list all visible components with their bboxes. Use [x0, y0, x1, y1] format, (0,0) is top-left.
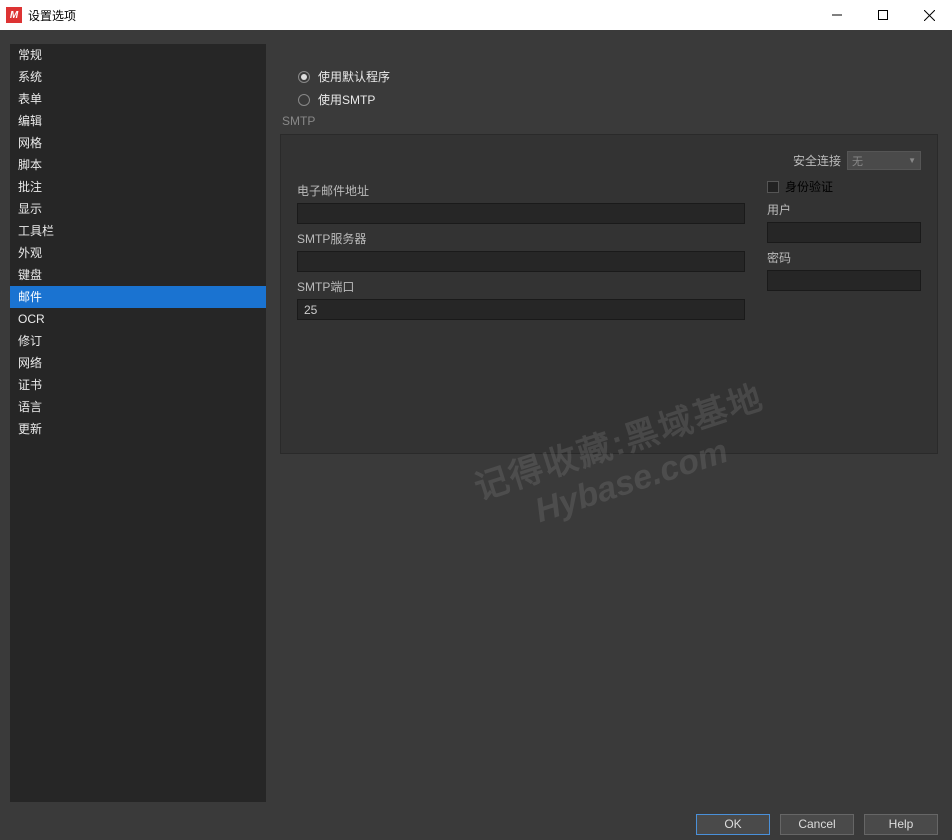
sidebar-item-9[interactable]: 外观	[10, 242, 266, 264]
sidebar-item-8[interactable]: 工具栏	[10, 220, 266, 242]
sidebar-item-12[interactable]: OCR	[10, 308, 266, 330]
sidebar-item-5[interactable]: 脚本	[10, 154, 266, 176]
sidebar-item-6[interactable]: 批注	[10, 176, 266, 198]
sidebar-item-4[interactable]: 网格	[10, 132, 266, 154]
smtp-port-label: SMTP端口	[297, 278, 745, 295]
radio-icon	[298, 71, 310, 83]
email-label: 电子邮件地址	[297, 182, 745, 199]
sidebar-item-11[interactable]: 邮件	[10, 286, 266, 308]
sidebar-item-16[interactable]: 语言	[10, 396, 266, 418]
radio-use-default[interactable]: 使用默认程序	[298, 68, 938, 85]
smtp-section-label: SMTP	[282, 114, 938, 128]
cancel-button[interactable]: Cancel	[780, 814, 854, 835]
window-controls	[814, 0, 952, 30]
chevron-down-icon: ▼	[908, 156, 916, 165]
sidebar-item-17[interactable]: 更新	[10, 418, 266, 440]
radio-label: 使用默认程序	[318, 68, 390, 85]
user-input[interactable]	[767, 222, 921, 243]
sidebar: 常规系统表单编辑网格脚本批注显示工具栏外观键盘邮件OCR修订网络证书语言更新	[10, 44, 266, 802]
sidebar-item-0[interactable]: 常规	[10, 44, 266, 66]
sidebar-item-7[interactable]: 显示	[10, 198, 266, 220]
sidebar-item-13[interactable]: 修订	[10, 330, 266, 352]
sidebar-item-10[interactable]: 键盘	[10, 264, 266, 286]
radio-label: 使用SMTP	[318, 91, 375, 108]
minimize-icon	[832, 10, 842, 20]
password-label: 密码	[767, 249, 921, 266]
smtp-server-label: SMTP服务器	[297, 230, 745, 247]
sidebar-item-1[interactable]: 系统	[10, 66, 266, 88]
sidebar-item-3[interactable]: 编辑	[10, 110, 266, 132]
smtp-port-input[interactable]	[297, 299, 745, 320]
footer: OK Cancel Help	[0, 808, 952, 840]
checkbox-icon	[767, 181, 779, 193]
email-input[interactable]	[297, 203, 745, 224]
titlebar: M 设置选项	[0, 0, 952, 30]
maximize-button[interactable]	[860, 0, 906, 30]
auth-label: 身份验证	[785, 178, 833, 195]
ok-button[interactable]: OK	[696, 814, 770, 835]
auth-checkbox-row[interactable]: 身份验证	[767, 178, 921, 195]
window-title: 设置选项	[28, 7, 76, 24]
minimize-button[interactable]	[814, 0, 860, 30]
content-panel: 使用默认程序 使用SMTP SMTP 安全连接 无 ▼ 电子邮件地址 SMTP服…	[280, 44, 938, 802]
sidebar-item-2[interactable]: 表单	[10, 88, 266, 110]
user-label: 用户	[767, 201, 921, 218]
close-button[interactable]	[906, 0, 952, 30]
app-icon: M	[6, 7, 22, 23]
secure-connection-select[interactable]: 无 ▼	[847, 151, 921, 170]
smtp-panel: 安全连接 无 ▼ 电子邮件地址 SMTP服务器 SMTP端口	[280, 134, 938, 454]
radio-icon	[298, 94, 310, 106]
maximize-icon	[878, 10, 888, 20]
secure-connection-label: 安全连接	[793, 152, 841, 169]
sidebar-item-14[interactable]: 网络	[10, 352, 266, 374]
select-value: 无	[852, 153, 863, 169]
password-input[interactable]	[767, 270, 921, 291]
smtp-server-input[interactable]	[297, 251, 745, 272]
close-icon	[924, 10, 935, 21]
sidebar-item-15[interactable]: 证书	[10, 374, 266, 396]
radio-use-smtp[interactable]: 使用SMTP	[298, 91, 938, 108]
help-button[interactable]: Help	[864, 814, 938, 835]
